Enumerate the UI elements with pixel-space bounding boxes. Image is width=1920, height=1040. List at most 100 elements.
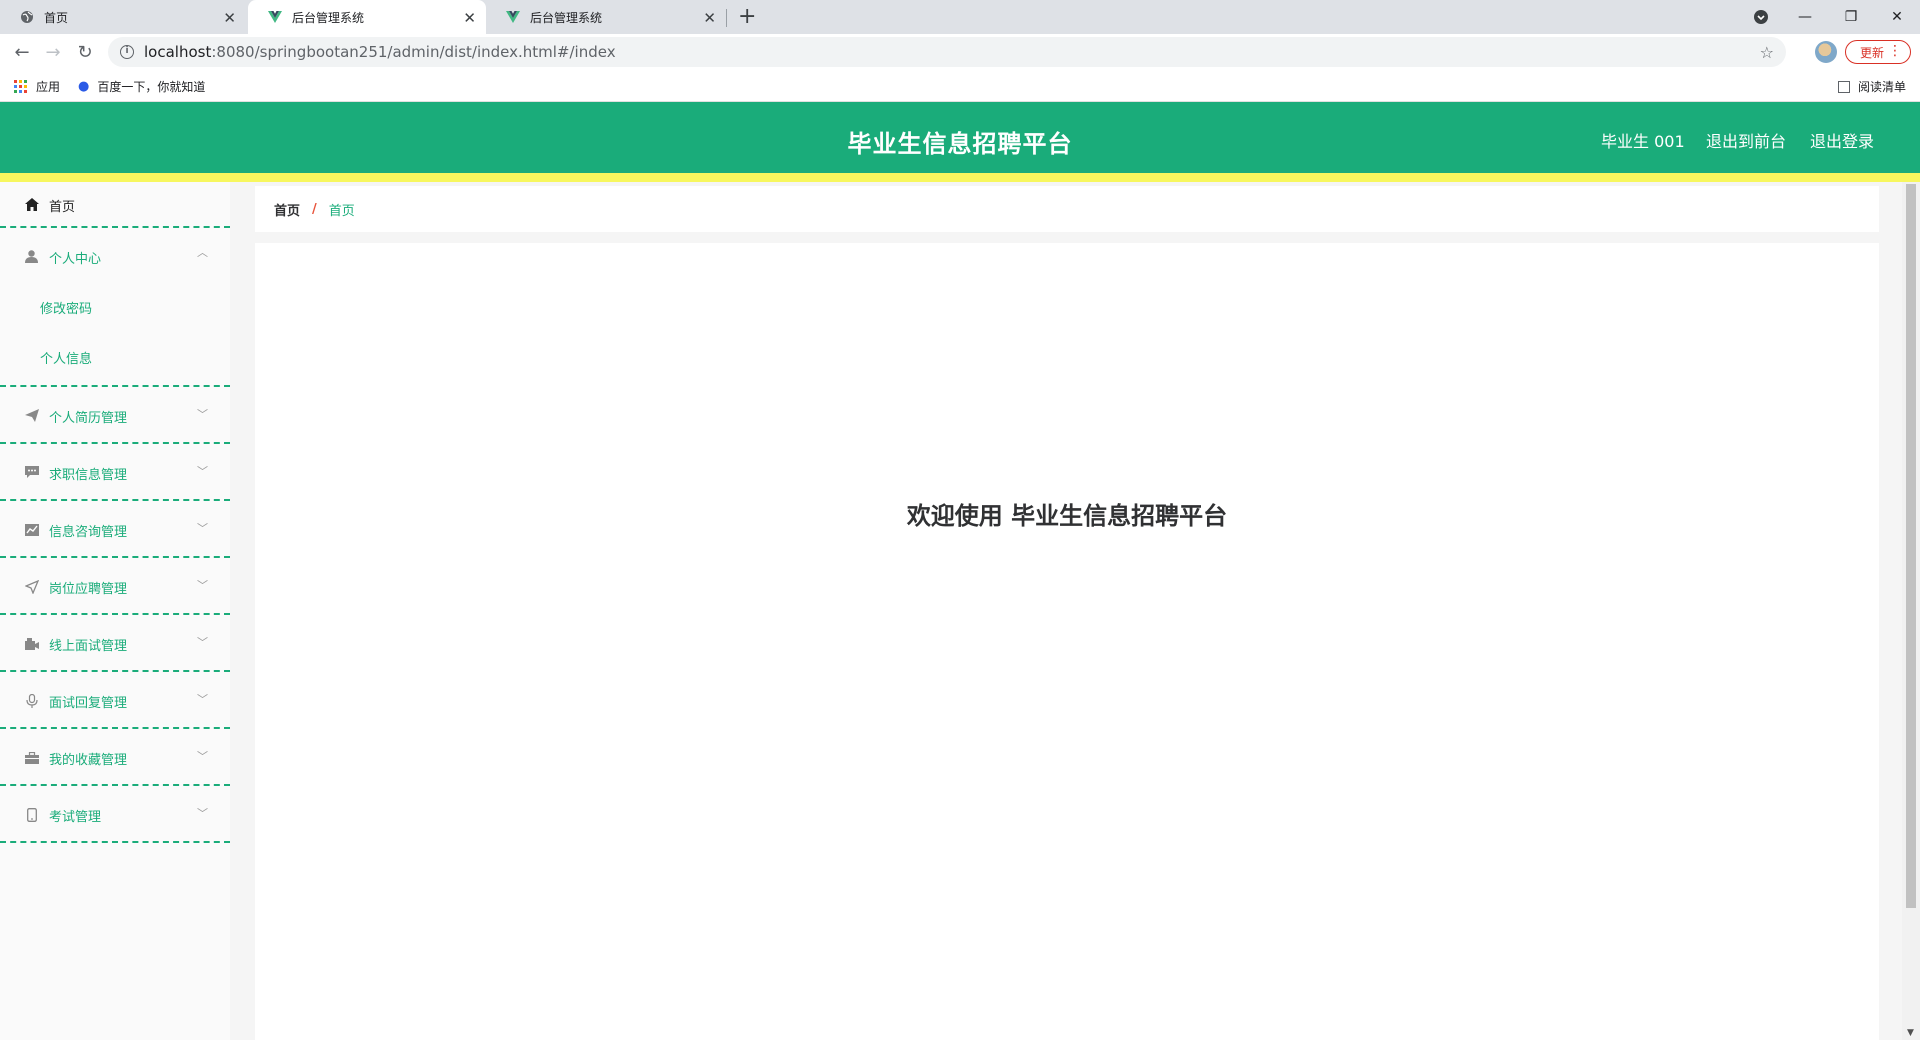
browser-update-button[interactable]: 更新 ⋮ xyxy=(1845,40,1911,64)
bookmark-label: 百度一下，你就知道 xyxy=(97,80,206,94)
home-icon xyxy=(24,197,39,212)
sidebar-group-personal-center: 个人中心 ︿ 修改密码 个人信息 xyxy=(0,228,230,387)
breadcrumb-home[interactable]: 首页 xyxy=(274,200,300,219)
browser-toolbar: ← → ↻ i localhost:8080/springbootan251/a… xyxy=(0,34,1920,70)
sidebar: 首页 个人中心 ︿ 修改密码 个人信息 个人简历管理 ﹀ 求职信息管理 ﹀ 信息… xyxy=(0,182,230,1040)
chart-icon xyxy=(24,522,39,537)
sidebar-item-label: 考试管理 xyxy=(49,810,102,825)
sidebar-item-label: 我的收藏管理 xyxy=(49,753,128,768)
chevron-down-icon: ﹀ xyxy=(197,465,208,478)
sidebar-item-exam[interactable]: 考试管理 ﹀ xyxy=(0,786,230,843)
vue-logo-icon xyxy=(506,10,520,24)
chevron-down-icon: ﹀ xyxy=(197,522,208,535)
sidebar-item-label: 个人简历管理 xyxy=(49,411,128,426)
chevron-down-icon: ﹀ xyxy=(197,693,208,706)
video-icon xyxy=(24,636,39,651)
tab-title: 后台管理系统 xyxy=(292,10,365,25)
sidebar-item-label: 线上面试管理 xyxy=(49,639,128,654)
logout-link[interactable]: 退出登录 xyxy=(1810,128,1874,152)
sidebar-item-label: 面试回复管理 xyxy=(49,696,128,711)
vue-logo-icon xyxy=(268,10,282,24)
restore-window-button[interactable]: ❐ xyxy=(1828,0,1874,34)
breadcrumb-separator: / xyxy=(312,201,317,217)
tab-divider xyxy=(726,9,727,27)
close-window-button[interactable]: ✕ xyxy=(1874,0,1920,34)
chevron-down-icon: ﹀ xyxy=(197,750,208,763)
app-header: 毕业生信息招聘平台 毕业生 001 退出到前台 退出登录 xyxy=(0,102,1920,173)
phone-icon xyxy=(24,807,39,822)
chevron-down-icon: ﹀ xyxy=(197,408,208,421)
scrollbar-thumb[interactable] xyxy=(1906,184,1916,908)
minimize-window-button[interactable]: — xyxy=(1782,0,1828,34)
navigation-icon xyxy=(24,579,39,594)
chevron-down-icon: ﹀ xyxy=(197,579,208,592)
chevron-down-icon: ﹀ xyxy=(197,636,208,649)
reading-list-label: 阅读清单 xyxy=(1857,80,1906,94)
new-tab-button[interactable]: + xyxy=(738,4,756,29)
tab-search-icon[interactable] xyxy=(1738,0,1784,34)
sidebar-item-label: 求职信息管理 xyxy=(49,468,128,483)
globe-icon xyxy=(20,10,34,24)
sidebar-item-job-application[interactable]: 岗位应聘管理 ﹀ xyxy=(0,558,230,615)
chat-icon xyxy=(24,465,39,480)
bookmarks-bar: 应用 ● 百度一下，你就知道 阅读清单 xyxy=(0,70,1920,102)
sidebar-item-online-interview[interactable]: 线上面试管理 ﹀ xyxy=(0,615,230,672)
briefcase-icon xyxy=(24,750,39,765)
user-icon xyxy=(24,249,39,264)
welcome-text: 欢迎使用 毕业生信息招聘平台 xyxy=(906,502,1228,530)
browser-tab-admin-active[interactable]: 后台管理系统 ✕ xyxy=(248,0,486,34)
bookmark-baidu[interactable]: ● 百度一下，你就知道 xyxy=(78,78,205,95)
bookmark-apps[interactable]: 应用 xyxy=(14,78,60,95)
sidebar-item-consultation[interactable]: 信息咨询管理 ﹀ xyxy=(0,501,230,558)
bookmark-label: 应用 xyxy=(36,80,61,94)
reading-list-icon xyxy=(1837,80,1850,93)
chevron-down-icon: ﹀ xyxy=(197,807,208,820)
sidebar-subitem-personal-info[interactable]: 个人信息 xyxy=(40,348,92,367)
send-icon xyxy=(24,408,39,423)
sidebar-subitem-change-password[interactable]: 修改密码 xyxy=(40,298,92,317)
update-label: 更新 xyxy=(1860,45,1885,60)
baidu-paw-icon: ● xyxy=(78,79,90,94)
close-tab-icon[interactable]: ✕ xyxy=(463,9,476,27)
close-tab-icon[interactable]: ✕ xyxy=(703,9,716,27)
breadcrumb: 首页 / 首页 xyxy=(255,186,1879,232)
page-scrollbar[interactable]: ▼ xyxy=(1902,182,1920,1040)
sidebar-item-resume[interactable]: 个人简历管理 ﹀ xyxy=(0,387,230,444)
tab-title: 后台管理系统 xyxy=(530,10,603,25)
chevron-up-icon: ︿ xyxy=(197,246,208,259)
current-user: 毕业生 001 xyxy=(1601,132,1685,151)
main-content: 首页 / 首页 欢迎使用 毕业生信息招聘平台 xyxy=(230,182,1902,1040)
bookmark-star-icon[interactable]: ☆ xyxy=(1760,43,1774,62)
sidebar-item-interview-reply[interactable]: 面试回复管理 ﹀ xyxy=(0,672,230,729)
url-path: :8080/springbootan251/admin/dist/index.h… xyxy=(211,43,616,61)
more-menu-icon[interactable]: ⋮ xyxy=(1888,43,1902,59)
sidebar-item-personal-center[interactable]: 个人中心 ︿ xyxy=(0,228,230,284)
reading-list-button[interactable]: 阅读清单 xyxy=(1837,78,1906,95)
close-tab-icon[interactable]: ✕ xyxy=(223,9,236,27)
breadcrumb-current: 首页 xyxy=(328,203,355,219)
browser-tab-home[interactable]: 首页 ✕ xyxy=(0,0,246,34)
scroll-down-arrow-icon[interactable]: ▼ xyxy=(1907,1028,1914,1038)
browser-tab-strip: 首页 ✕ 后台管理系统 ✕ 后台管理系统 ✕ + — ❐ ✕ xyxy=(0,0,1920,34)
url-host: localhost xyxy=(144,43,212,61)
header-accent-bar xyxy=(0,173,1920,182)
sidebar-item-job-seeking[interactable]: 求职信息管理 ﹀ xyxy=(0,444,230,501)
sidebar-item-label: 岗位应聘管理 xyxy=(49,582,128,597)
tab-title: 首页 xyxy=(44,10,69,25)
sidebar-item-label: 信息咨询管理 xyxy=(49,525,128,540)
sidebar-item-home[interactable]: 首页 xyxy=(0,182,230,228)
profile-avatar[interactable] xyxy=(1815,41,1837,63)
sidebar-item-favorites[interactable]: 我的收藏管理 ﹀ xyxy=(0,729,230,786)
reload-button[interactable]: ↻ xyxy=(73,40,97,64)
exit-to-front-link[interactable]: 退出到前台 xyxy=(1706,128,1786,152)
address-bar[interactable]: i localhost:8080/springbootan251/admin/d… xyxy=(108,37,1786,67)
sidebar-item-label: 首页 xyxy=(49,200,76,215)
forward-button[interactable]: → xyxy=(41,40,65,64)
apps-grid-icon xyxy=(14,80,27,93)
welcome-panel: 欢迎使用 毕业生信息招聘平台 xyxy=(255,243,1879,1040)
back-button[interactable]: ← xyxy=(10,40,34,64)
sidebar-item-label: 个人中心 xyxy=(49,252,102,267)
browser-tab-admin[interactable]: 后台管理系统 ✕ xyxy=(486,0,726,34)
site-info-icon[interactable]: i xyxy=(120,45,134,59)
microphone-icon xyxy=(24,693,39,708)
